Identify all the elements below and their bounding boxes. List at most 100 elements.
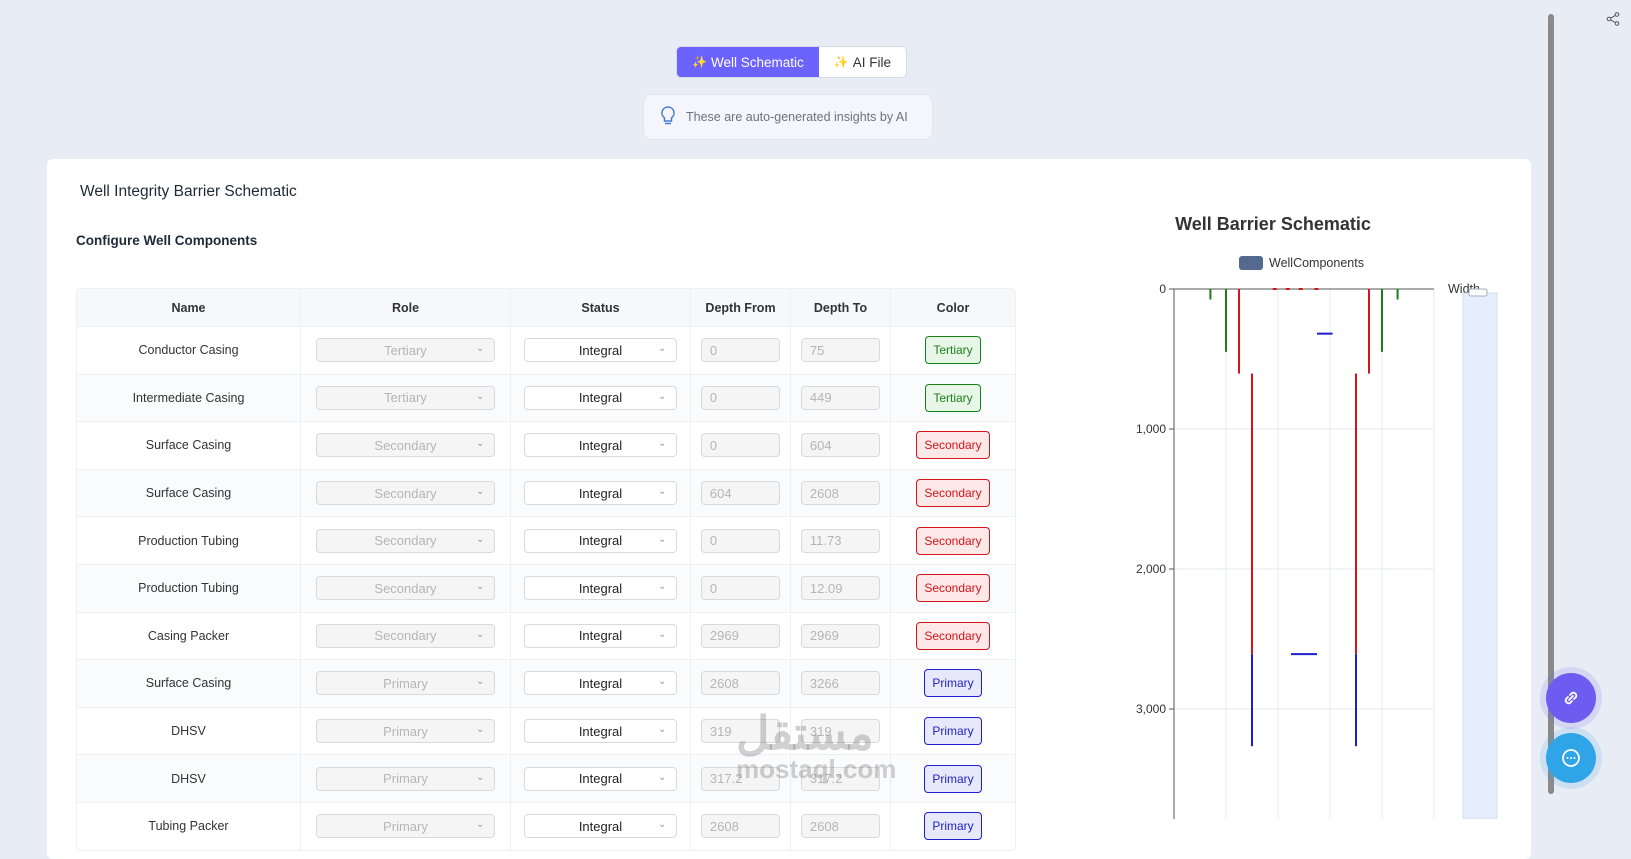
role-select[interactable]: Secondary ⌄	[315, 576, 496, 601]
status-select[interactable]: Integral ⌄	[523, 814, 678, 839]
depth-from-cell: 0	[691, 327, 791, 374]
sparkle-icon: ✨	[692, 55, 707, 69]
chat-fab-button[interactable]	[1546, 733, 1596, 783]
link-fab-button[interactable]	[1546, 673, 1596, 723]
depth-to-input[interactable]: 604	[800, 433, 881, 458]
table-header: Name Role Status Depth From Depth To Col…	[77, 289, 1015, 326]
depth-from-input[interactable]: 0	[700, 433, 781, 458]
color-cell: Tertiary	[891, 375, 1015, 422]
status-select[interactable]: Integral ⌄	[523, 576, 678, 601]
status-select[interactable]: Integral ⌄	[523, 528, 678, 553]
role-color-badge[interactable]: Secondary	[916, 621, 990, 650]
depth-from-input[interactable]: 2969	[700, 623, 781, 648]
status-value: Integral	[578, 771, 623, 787]
depth-to-input[interactable]: 449	[800, 385, 881, 410]
depth-from-input[interactable]: 604	[700, 481, 781, 506]
status-cell: Integral ⌄	[511, 612, 691, 660]
role-select[interactable]: Primary ⌄	[315, 719, 496, 744]
role-color-badge[interactable]: Primary	[924, 764, 982, 793]
depth-from-cell: 2608	[691, 802, 791, 850]
color-cell: Primary	[891, 660, 1015, 707]
depth-from-input[interactable]: 2608	[700, 671, 781, 696]
role-color-badge[interactable]: Primary	[924, 812, 982, 841]
depth-to-input[interactable]: 2969	[800, 623, 881, 648]
status-value: Integral	[578, 485, 623, 501]
share-icon[interactable]	[1606, 12, 1620, 29]
depth-from-input[interactable]: 0	[700, 528, 781, 553]
status-select[interactable]: Integral ⌄	[523, 385, 678, 410]
scrollbar-thumb[interactable]	[1548, 14, 1554, 794]
status-value: Integral	[578, 675, 623, 691]
role-cell: Primary ⌄	[301, 802, 511, 850]
component-name-text: Production Tubing	[138, 581, 239, 596]
role-color-badge[interactable]: Tertiary	[925, 383, 981, 412]
component-name-text: Surface Casing	[145, 438, 232, 453]
chevron-down-icon: ⌄	[475, 676, 485, 688]
watermark-latin: mostaql.com	[736, 754, 897, 784]
depth-to-input[interactable]: 11.73	[800, 528, 881, 553]
depth-to-input[interactable]: 2608	[800, 481, 881, 506]
chevron-down-icon: ⌄	[475, 628, 485, 640]
status-select[interactable]: Integral ⌄	[523, 719, 678, 744]
y-tick-label: 1,000	[1136, 422, 1166, 436]
role-color-badge[interactable]: Secondary	[916, 431, 990, 460]
role-select[interactable]: Primary ⌄	[315, 766, 496, 791]
role-select[interactable]: Tertiary ⌄	[315, 385, 496, 410]
depth-from-input[interactable]: 0	[700, 385, 781, 410]
status-cell: Integral ⌄	[511, 374, 691, 422]
depth-from-input[interactable]: 0	[700, 338, 781, 363]
depth-from-cell: 0	[691, 517, 791, 564]
status-select[interactable]: Integral ⌄	[523, 481, 678, 506]
chevron-down-icon: ⌄	[658, 771, 667, 783]
chevron-down-icon: ⌄	[658, 724, 667, 736]
status-value: Integral	[578, 723, 623, 739]
tab-well-schematic[interactable]: ✨ Well Schematic	[677, 47, 819, 77]
role-color-badge[interactable]: Secondary	[916, 574, 990, 603]
tab-ai-file[interactable]: ✨ AI File	[819, 47, 906, 77]
view-tabs: ✨ Well Schematic ✨ AI File	[676, 46, 907, 78]
depth-to-input[interactable]: 12.09	[800, 576, 881, 601]
role-value: Tertiary	[384, 390, 427, 406]
role-cell: Primary ⌄	[301, 755, 511, 802]
chevron-down-icon: ⌄	[658, 819, 667, 831]
depth-from-input[interactable]: 0	[700, 576, 781, 601]
role-select[interactable]: Secondary ⌄	[315, 433, 496, 458]
depth-from-input[interactable]: 2608	[700, 814, 781, 839]
chevron-down-icon: ⌄	[658, 581, 667, 593]
depth-from-cell: 0	[691, 422, 791, 469]
depth-to-input[interactable]: 2608	[800, 814, 881, 839]
status-select[interactable]: Integral ⌄	[523, 433, 678, 458]
role-color-badge[interactable]: Tertiary	[925, 336, 981, 365]
role-color-badge[interactable]: Secondary	[916, 479, 990, 508]
component-name: DHSV	[77, 707, 301, 755]
status-select[interactable]: Integral ⌄	[523, 338, 678, 363]
header-name: Name	[77, 289, 301, 326]
role-select[interactable]: Secondary ⌄	[315, 623, 496, 648]
role-select[interactable]: Secondary ⌄	[315, 481, 496, 506]
color-cell: Primary	[891, 755, 1015, 802]
role-select[interactable]: Primary ⌄	[315, 671, 496, 696]
depth-to-cell: 75	[791, 327, 891, 374]
depth-to-input[interactable]: 3266	[800, 671, 881, 696]
status-value: Integral	[578, 818, 623, 834]
role-cell: Secondary ⌄	[301, 517, 511, 564]
color-cell: Secondary	[891, 565, 1015, 612]
role-color-badge[interactable]: Primary	[924, 717, 982, 746]
status-select[interactable]: Integral ⌄	[523, 671, 678, 696]
depth-to-input[interactable]: 75	[800, 338, 881, 363]
role-color-badge[interactable]: Primary	[924, 669, 982, 698]
chevron-down-icon: ⌄	[475, 486, 485, 498]
role-select[interactable]: Tertiary ⌄	[315, 338, 496, 363]
header-status: Status	[511, 289, 691, 326]
chevron-down-icon: ⌄	[475, 581, 485, 593]
role-select[interactable]: Primary ⌄	[315, 814, 496, 839]
status-select[interactable]: Integral ⌄	[523, 766, 678, 791]
role-cell: Tertiary ⌄	[301, 374, 511, 422]
role-select[interactable]: Secondary ⌄	[315, 528, 496, 553]
chevron-down-icon: ⌄	[658, 438, 667, 450]
chart-legend[interactable]: WellComponents	[1239, 256, 1364, 270]
role-color-badge[interactable]: Secondary	[916, 526, 990, 555]
status-select[interactable]: Integral ⌄	[523, 623, 678, 648]
color-cell: Tertiary	[891, 327, 1015, 374]
depth-to-cell: 2969	[791, 612, 891, 660]
